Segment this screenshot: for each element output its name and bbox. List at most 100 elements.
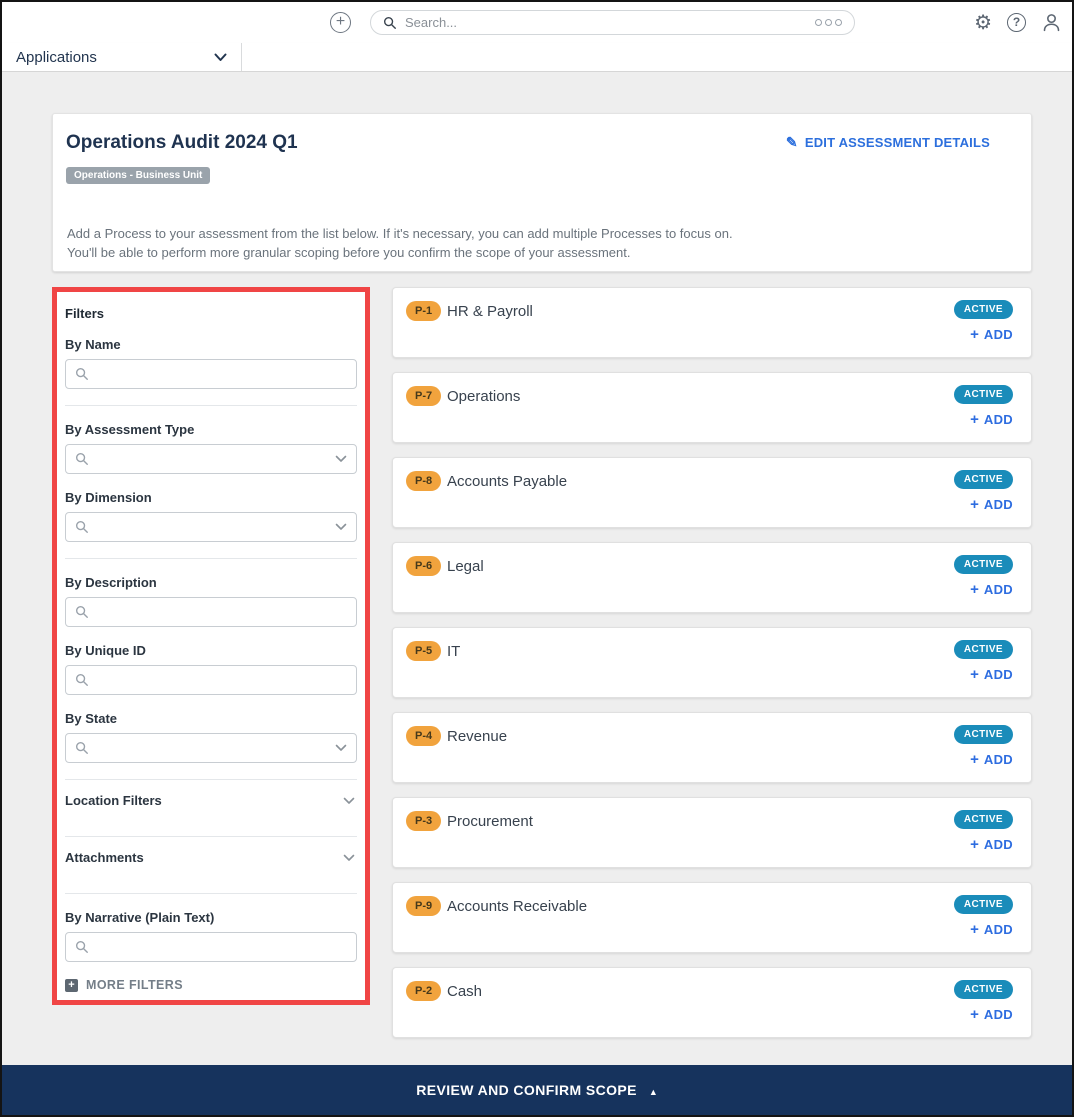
search-input[interactable] xyxy=(405,15,807,30)
description-line-1: Add a Process to your assessment from th… xyxy=(67,226,733,241)
process-list: P-1 HR & Payroll ACTIVE + ADD P-7 Operations AC… xyxy=(392,287,1032,1038)
search-icon xyxy=(75,520,88,533)
process-name: Cash xyxy=(447,983,483,1000)
search-icon xyxy=(75,452,88,465)
review-and-confirm-scope-label: REVIEW AND CONFIRM SCOPE xyxy=(416,1082,637,1098)
chevron-down-icon xyxy=(343,854,355,861)
status-badge: ACTIVE xyxy=(953,980,1013,999)
filter-search-input[interactable] xyxy=(65,359,357,389)
add-button-label: ADD xyxy=(983,1007,1013,1022)
more-filters-button[interactable]: + MORE FILTERS xyxy=(65,978,357,992)
create-new-icon[interactable]: + xyxy=(330,12,351,33)
help-icon[interactable]: ? xyxy=(1007,13,1026,32)
assessment-description: Add a Process to your assessment from th… xyxy=(67,224,733,262)
filter-search-input[interactable] xyxy=(65,932,357,962)
status-badge: ACTIVE xyxy=(953,470,1013,489)
filter-collapsible-section[interactable]: Attachments xyxy=(65,837,357,877)
filter-field-label: By Narrative (Plain Text) xyxy=(65,910,215,925)
chevron-down-icon xyxy=(335,744,347,751)
add-process-button[interactable]: + ADD xyxy=(970,666,1013,683)
filter-text-input[interactable] xyxy=(96,740,328,756)
filter-text-input[interactable] xyxy=(96,939,347,955)
add-button-label: ADD xyxy=(983,837,1013,852)
chevron-down-icon xyxy=(335,523,347,530)
add-process-button[interactable]: + ADD xyxy=(970,411,1013,428)
add-button-label: ADD xyxy=(983,752,1013,767)
process-name: HR & Payroll xyxy=(447,303,533,320)
expand-up-icon: ▲ xyxy=(648,1086,658,1097)
process-id-badge: P-6 xyxy=(406,556,442,576)
plus-icon: + xyxy=(970,836,979,853)
applications-dropdown-label: Applications xyxy=(16,48,97,66)
plus-square-icon: + xyxy=(65,978,78,992)
process-id-badge: P-9 xyxy=(406,896,442,916)
add-button-label: ADD xyxy=(983,582,1013,597)
add-process-button[interactable]: + ADD xyxy=(970,921,1013,938)
app-window: { "topbar": { "search_placeholder": "Sea… xyxy=(0,0,1074,1117)
search-icon xyxy=(383,16,396,29)
filter-select-input[interactable] xyxy=(65,512,357,542)
filter-text-input[interactable] xyxy=(96,672,347,688)
status-badge: ACTIVE xyxy=(953,300,1013,319)
user-icon[interactable] xyxy=(1041,12,1062,33)
process-card: P-1 HR & Payroll ACTIVE + ADD xyxy=(392,287,1032,358)
filter-field-label: By Unique ID xyxy=(65,643,146,658)
global-search[interactable] xyxy=(370,10,855,35)
filter-text-input[interactable] xyxy=(96,366,347,382)
filter-text-input[interactable] xyxy=(96,604,347,620)
process-id-badge: P-1 xyxy=(406,301,442,321)
search-icon xyxy=(75,940,88,953)
add-process-button[interactable]: + ADD xyxy=(970,326,1013,343)
plus-icon: + xyxy=(970,751,979,768)
add-process-button[interactable]: + ADD xyxy=(970,581,1013,598)
status-badge: ACTIVE xyxy=(953,640,1013,659)
filter-divider xyxy=(65,405,357,406)
filter-field-label: By Assessment Type xyxy=(65,422,195,437)
filters-items: By Name By Assessment Type By Dimension By … xyxy=(65,337,357,962)
filter-text-input[interactable] xyxy=(96,451,328,467)
plus-icon: + xyxy=(970,326,979,343)
add-button-label: ADD xyxy=(983,667,1013,682)
add-button-label: ADD xyxy=(983,922,1013,937)
process-id-badge: P-2 xyxy=(406,981,442,1001)
edit-assessment-details-label: EDIT ASSESSMENT DETAILS xyxy=(804,135,990,150)
process-id-badge: P-7 xyxy=(406,386,442,406)
add-process-button[interactable]: + ADD xyxy=(970,1006,1013,1023)
filter-text-input[interactable] xyxy=(96,519,328,535)
filter-section-label: Attachments xyxy=(65,850,144,865)
applications-dropdown[interactable]: Applications xyxy=(2,43,242,71)
process-id-badge: P-8 xyxy=(406,471,442,491)
add-process-button[interactable]: + ADD xyxy=(970,496,1013,513)
search-icon xyxy=(75,367,88,380)
filter-search-input[interactable] xyxy=(65,665,357,695)
chevron-down-icon xyxy=(214,53,227,61)
add-process-button[interactable]: + ADD xyxy=(970,836,1013,853)
process-card: P-6 Legal ACTIVE + ADD xyxy=(392,542,1032,613)
search-icon xyxy=(75,673,88,686)
filter-divider xyxy=(65,893,357,894)
process-card: P-2 Cash ACTIVE + ADD xyxy=(392,967,1032,1038)
status-badge: ACTIVE xyxy=(953,895,1013,914)
filter-select-input[interactable] xyxy=(65,733,357,763)
plus-icon: + xyxy=(970,581,979,598)
process-name: Operations xyxy=(447,388,521,405)
filter-collapsible-section[interactable]: Location Filters xyxy=(65,780,357,820)
process-card: P-3 Procurement ACTIVE + ADD xyxy=(392,797,1032,868)
more-filters-label: MORE FILTERS xyxy=(86,978,183,992)
filters-heading: Filters xyxy=(65,306,105,321)
top-bar: + ⚙ ? xyxy=(2,2,1072,43)
filter-select-input[interactable] xyxy=(65,444,357,474)
filter-section-label: Location Filters xyxy=(65,793,162,808)
plus-icon: + xyxy=(970,1006,979,1023)
more-options-icon[interactable] xyxy=(815,19,842,26)
edit-assessment-details-link[interactable]: ✎ EDIT ASSESSMENT DETAILS xyxy=(786,134,990,151)
description-line-2: You'll be able to perform more granular … xyxy=(67,245,631,260)
filter-search-input[interactable] xyxy=(65,597,357,627)
settings-gear-icon[interactable]: ⚙ xyxy=(974,13,992,33)
process-name: Procurement xyxy=(447,813,533,830)
add-process-button[interactable]: + ADD xyxy=(970,751,1013,768)
process-card: P-9 Accounts Receivable ACTIVE + ADD xyxy=(392,882,1032,953)
process-card: P-7 Operations ACTIVE + ADD xyxy=(392,372,1032,443)
main-content: Operations Audit 2024 Q1 Operations - Bu… xyxy=(2,72,1072,1065)
review-and-confirm-scope-bar[interactable]: REVIEW AND CONFIRM SCOPE ▲ xyxy=(2,1065,1072,1115)
